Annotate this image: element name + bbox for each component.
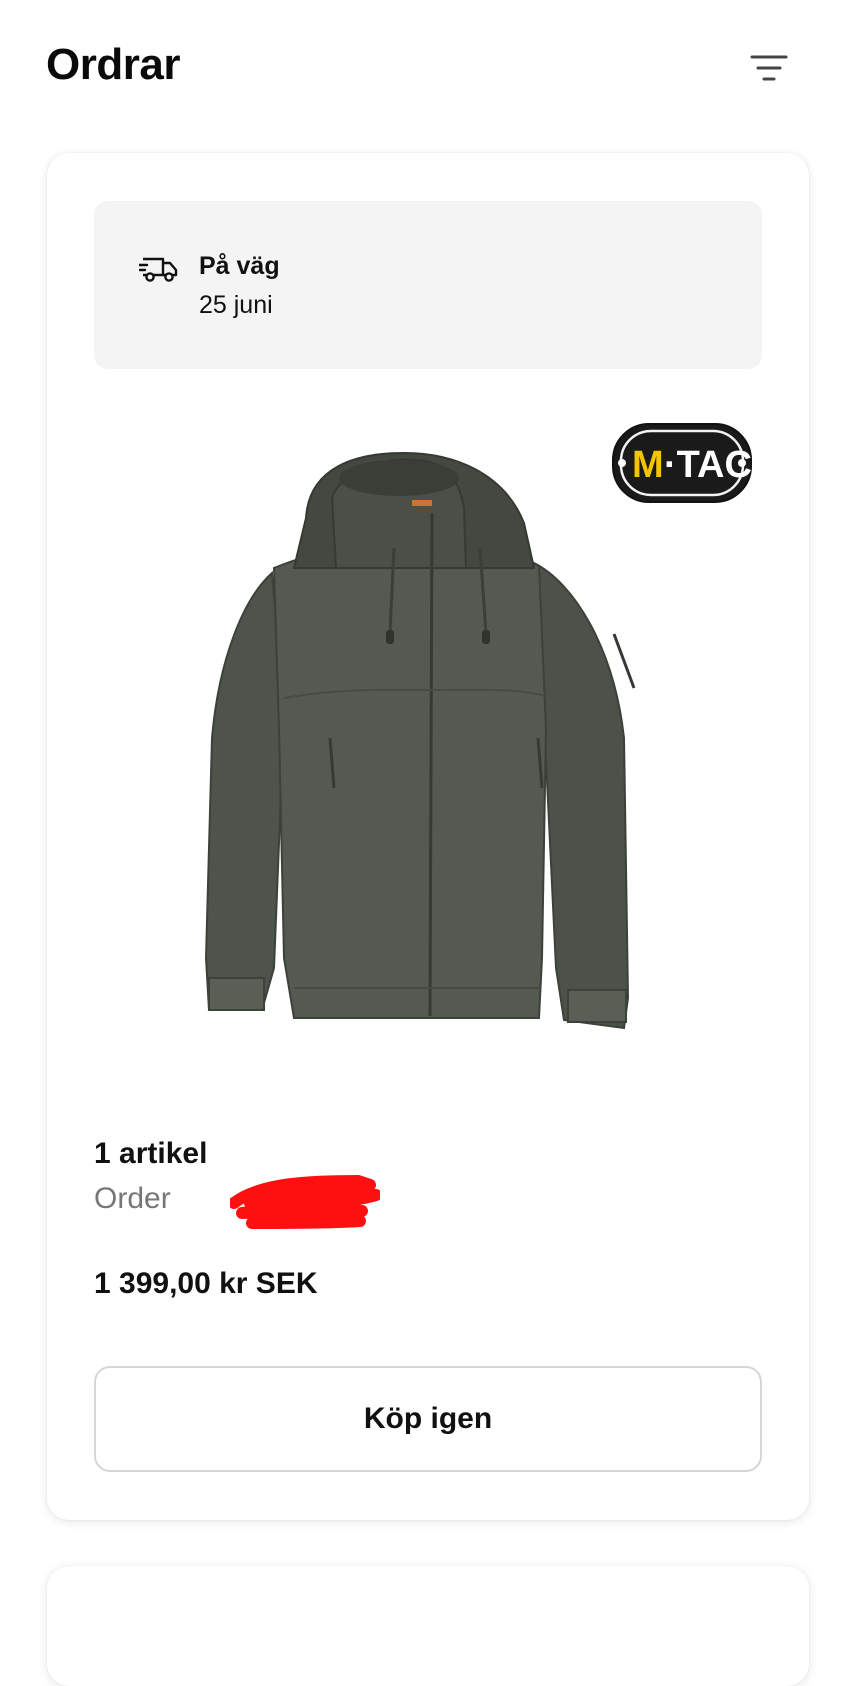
items-count: 1 artikel	[94, 1137, 208, 1170]
buy-again-button[interactable]: Köp igen	[94, 1366, 762, 1472]
page-title: Ordrar	[46, 40, 180, 89]
delivery-status-label: På väg	[199, 252, 280, 280]
delivery-truck-icon	[139, 257, 178, 282]
product-jacket-image[interactable]	[94, 398, 762, 1228]
redaction-scribble	[230, 1175, 380, 1229]
delivery-date: 25 juni	[199, 291, 273, 319]
order-number: Order	[94, 1182, 171, 1215]
delivery-status-box	[94, 201, 762, 369]
next-order-card[interactable]	[47, 1566, 809, 1686]
order-total-price: 1 399,00 kr SEK	[94, 1267, 318, 1300]
app-header: Ordrar	[0, 0, 856, 140]
mtac-brand-logo: M ·TAC	[612, 423, 752, 503]
order-card[interactable]: På väg 25 juni M ·TAC 1 artikel Order 1 …	[47, 153, 809, 1520]
svg-text:·TAC: ·TAC	[664, 444, 752, 486]
filter-lines-icon	[750, 55, 788, 81]
svg-text:M: M	[632, 444, 664, 486]
filter-button[interactable]	[744, 48, 794, 88]
